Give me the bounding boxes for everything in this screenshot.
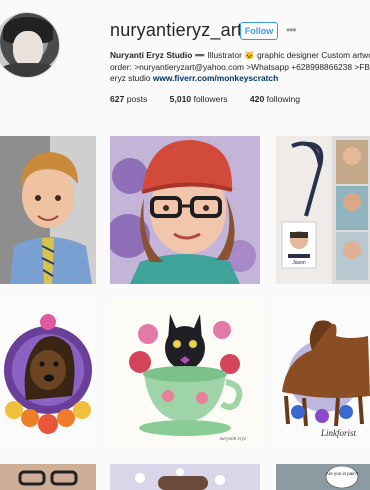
post-boy-portrait[interactable]	[0, 136, 96, 284]
stat-posts: 627 posts	[110, 94, 147, 104]
speech-bubble-text: Are you in pain?	[326, 471, 359, 476]
bio: Nuryanti Eryz Studio ➖ Illustrator 🐱 gra…	[110, 50, 370, 85]
lanyard-mockup-art: Jason	[276, 136, 370, 284]
avatar[interactable]	[0, 12, 60, 78]
stat-following[interactable]: 420 following	[250, 94, 300, 104]
followers-count: 5,010	[169, 94, 192, 104]
post-lanyard-mockup[interactable]: Jason	[276, 136, 370, 284]
bio-line-3-prefix: eryz studio	[110, 73, 153, 83]
following-label: following	[266, 94, 301, 104]
bio-link[interactable]: www.fiverr.com/monkeyscratch	[153, 73, 278, 83]
post-cat-teacup[interactable]: nuryanti eryz	[110, 300, 260, 448]
bio-line-3: eryz studio www.fiverr.com/monkeyscratch	[110, 73, 370, 85]
bio-line-2: order: >nuryantieryzart@yahoo.com >Whats…	[110, 61, 370, 72]
stats: 627 posts 5,010 followers 420 following	[110, 94, 320, 104]
avatar-face	[13, 31, 43, 67]
cat-signature-text: nuryanti eryz	[219, 437, 246, 442]
cat-teacup-art: nuryanti eryz	[110, 300, 260, 448]
bio-line-1-rest: ➖ Illustrator 🐱 graphic designer Custom …	[192, 50, 370, 60]
horse-floral-art: Linkforist	[276, 300, 370, 448]
followers-label: followers	[193, 94, 228, 104]
dog-floral-art	[0, 300, 96, 448]
post-woman-beanie-portrait[interactable]	[110, 136, 260, 284]
bio-name: Nuryanti Eryz Studio	[110, 50, 193, 60]
post-dog-floral[interactable]	[0, 300, 96, 448]
partial-art-2	[110, 464, 260, 490]
posts-label: posts	[126, 94, 148, 104]
post-partial-1[interactable]	[0, 464, 96, 490]
username: nuryantieryz_art	[110, 20, 243, 40]
posts-count: 627	[110, 94, 125, 104]
post-horse-floral[interactable]: Linkforist	[276, 300, 370, 448]
avatar-shirt	[0, 63, 57, 77]
more-dots-icon[interactable]: •••	[286, 22, 300, 40]
following-count: 420	[249, 94, 265, 104]
post-partial-3[interactable]: Are you in pain?	[276, 464, 370, 490]
partial-art-3: Are you in pain?	[276, 464, 370, 490]
post-partial-2[interactable]	[110, 464, 260, 490]
bio-line-1: Nuryanti Eryz Studio ➖ Illustrator 🐱 gra…	[110, 50, 370, 62]
partial-art-1	[0, 464, 96, 490]
woman-beanie-art	[110, 136, 260, 284]
boy-portrait-art	[0, 136, 96, 284]
follow-button[interactable]: Follow	[240, 22, 278, 40]
lanyard-name-text: Jason	[292, 260, 306, 266]
horse-signature-text: Linkforist	[320, 428, 357, 438]
stat-followers[interactable]: 5,010 followers	[170, 94, 228, 104]
profile-header: nuryantieryz_art Follow ••• Nuryanti Ery…	[0, 0, 370, 118]
